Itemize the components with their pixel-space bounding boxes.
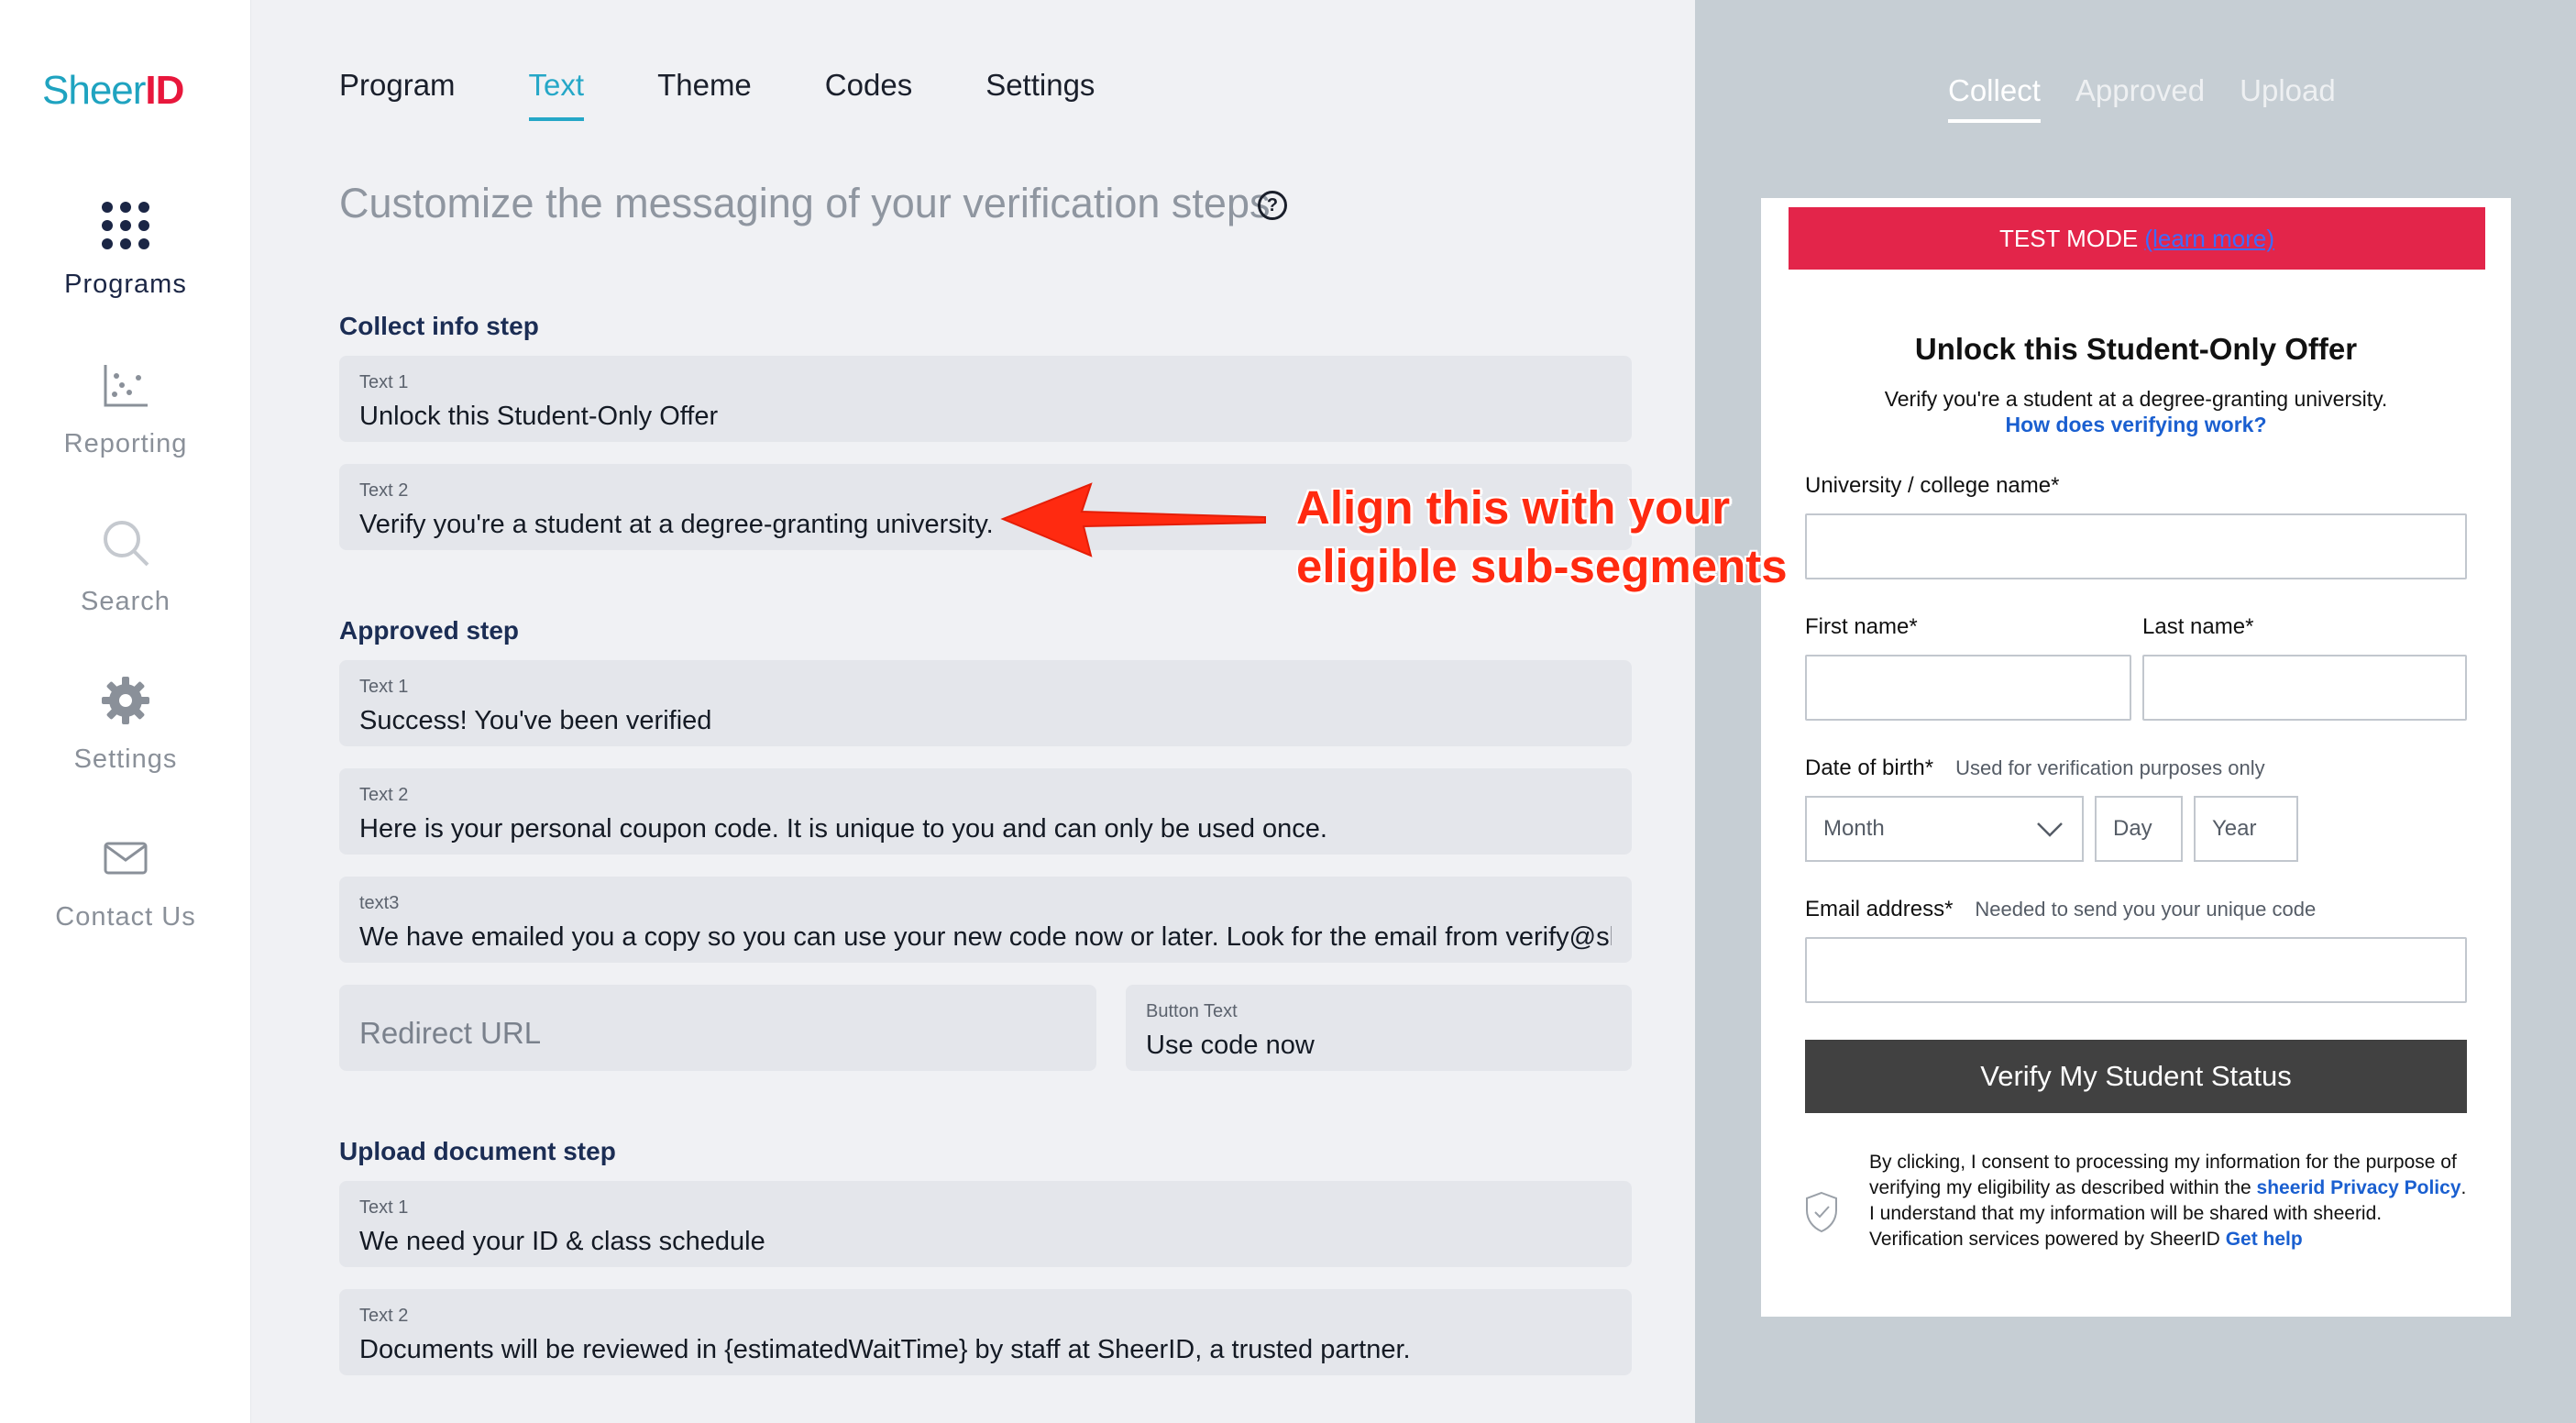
first-name-label: First name* (1805, 614, 1918, 639)
field-label: Button Text (1146, 1001, 1238, 1021)
sidebar-item-programs[interactable]: Programs (0, 198, 251, 300)
sidebar: SheerID Programs Reporting Search Settin… (0, 0, 251, 1423)
last-name-label: Last name* (2142, 614, 2254, 639)
annotation-arrow-icon (1000, 482, 1266, 557)
field-label: Text 1 (359, 1197, 409, 1218)
redirect-url-field[interactable]: Redirect URL (339, 985, 1096, 1071)
approved-text3-field[interactable]: text3 We have emailed you a copy so you … (339, 877, 1632, 963)
annotation-line: Align this with your (1296, 481, 1731, 534)
field-label: text3 (359, 893, 400, 913)
annotation-callout: Align this with your eligible sub-segmen… (1296, 479, 1788, 596)
first-name-input[interactable] (1805, 655, 2131, 721)
sidebar-item-search[interactable]: Search (0, 515, 251, 617)
text-editor-panel: Program Text Theme Codes Settings Custom… (251, 0, 1695, 1423)
form-subtitle: Verify you're a student at a degree-gran… (1884, 387, 2388, 411)
sidebar-item-label: Search (81, 587, 171, 616)
page-title: Customize the messaging of your verifica… (339, 180, 1271, 226)
approved-text1-field[interactable]: Text 1 Success! You've been verified (339, 660, 1632, 746)
field-label: Text 1 (359, 677, 409, 697)
collect-text1-field[interactable]: Text 1 Unlock this Student-Only Offer (339, 356, 1632, 442)
annotation-line: eligible sub-segments (1296, 540, 1788, 592)
email-input[interactable] (1805, 937, 2467, 1003)
chevron-down-icon (2037, 822, 2063, 837)
month-value: Month (1823, 816, 1885, 841)
last-name-input[interactable] (2142, 655, 2467, 721)
field-value: Here is your personal coupon code. It is… (359, 814, 1327, 844)
field-value: Success! You've been verified (359, 706, 712, 735)
scatter-chart-icon (104, 365, 148, 407)
search-icon (104, 521, 149, 567)
sidebar-item-label: Programs (64, 270, 187, 299)
sidebar-item-settings[interactable]: Settings (0, 673, 251, 775)
form-title: Unlock this Student-Only Offer (1914, 332, 2358, 366)
approved-step-title: Approved step (339, 616, 520, 645)
field-value: We need your ID & class schedule (359, 1227, 765, 1256)
sidebar-item-label: Reporting (63, 429, 188, 458)
envelope-icon (104, 842, 148, 875)
test-mode-label: TEST MODE (1998, 225, 2139, 252)
email-label: Email address* (1805, 897, 1954, 921)
tab-theme[interactable]: Theme (657, 68, 752, 121)
button-text-field[interactable]: Button Text Use code now (1126, 985, 1632, 1071)
tab-codes[interactable]: Codes (825, 68, 912, 121)
preview-tabs: Collect Approved Upload (1948, 73, 2336, 123)
field-value: Verify you're a student at a degree-gran… (359, 510, 994, 539)
field-value: Unlock this Student-Only Offer (359, 402, 719, 431)
field-label: Text 1 (359, 372, 409, 392)
tab-settings[interactable]: Settings (985, 68, 1095, 121)
field-label: Text 2 (359, 480, 409, 501)
university-input[interactable] (1805, 513, 2467, 579)
sidebar-item-label: Contact Us (55, 902, 196, 932)
day-input[interactable]: Day (2095, 796, 2183, 862)
how-verifying-works-link[interactable]: How does verifying work? (1761, 413, 2511, 437)
gear-icon (102, 677, 149, 724)
preview-tab-approved[interactable]: Approved (2075, 73, 2205, 123)
help-icon[interactable]: ? (1258, 191, 1287, 220)
month-select[interactable]: Month (1805, 796, 2084, 862)
learn-more-link[interactable]: (learn more) (2144, 225, 2274, 252)
preview-tab-collect[interactable]: Collect (1948, 73, 2041, 123)
collect-step-title: Collect info step (339, 312, 539, 340)
grid-dots-icon (102, 202, 149, 249)
test-mode-banner: TEST MODE (learn more) (1789, 207, 2485, 270)
upload-text1-field[interactable]: Text 1 We need your ID & class schedule (339, 1181, 1632, 1267)
day-placeholder: Day (2113, 816, 2152, 841)
field-label: Text 2 (359, 1306, 409, 1326)
field-placeholder: Redirect URL (359, 1016, 542, 1050)
tab-text[interactable]: Text (528, 68, 585, 121)
privacy-policy-link[interactable]: sheerid Privacy Policy (2257, 1177, 2461, 1198)
preview-panel: Collect Approved Upload TEST MODE (learn… (1695, 0, 2576, 1423)
upload-step-title: Upload document step (339, 1137, 616, 1165)
dob-label-row: Date of birth* Used for verification purp… (1805, 756, 2265, 781)
email-hint: Needed to send you your unique code (1975, 898, 2317, 921)
field-value: Documents will be reviewed in {estimated… (359, 1335, 1411, 1364)
field-label: Text 2 (359, 785, 409, 805)
upload-text2-field[interactable]: Text 2 Documents will be reviewed in {es… (339, 1289, 1632, 1375)
year-input[interactable]: Year (2194, 796, 2298, 862)
program-tabs: Program Text Theme Codes Settings (339, 68, 1095, 121)
field-value: We have emailed you a copy so you can us… (359, 922, 1612, 952)
university-label: University / college name* (1805, 473, 2060, 498)
consent-text: By clicking, I consent to processing my … (1869, 1150, 2474, 1252)
shield-check-icon (1806, 1191, 1837, 1233)
email-label-row: Email address* Needed to send you your un… (1805, 897, 2316, 922)
year-placeholder: Year (2212, 816, 2257, 841)
field-value: Use code now (1146, 1031, 1315, 1060)
approved-text2-field[interactable]: Text 2 Here is your personal coupon code… (339, 768, 1632, 855)
dob-label: Date of birth* (1805, 756, 1934, 780)
sidebar-item-contact-us[interactable]: Contact Us (0, 831, 251, 932)
sidebar-item-reporting[interactable]: Reporting (0, 358, 251, 459)
tab-program[interactable]: Program (339, 68, 456, 121)
get-help-link[interactable]: Get help (2226, 1229, 2303, 1250)
powered-by-text: Verification services powered by SheerID (1869, 1229, 2220, 1250)
preview-tab-upload[interactable]: Upload (2240, 73, 2336, 123)
sheerid-logo[interactable]: SheerID (42, 68, 184, 114)
sidebar-item-label: Settings (73, 745, 178, 774)
dob-hint: Used for verification purposes only (1955, 756, 2265, 779)
verify-student-status-button[interactable]: Verify My Student Status (1805, 1040, 2467, 1113)
verification-form-preview: TEST MODE (learn more) Unlock this Stude… (1761, 198, 2511, 1317)
